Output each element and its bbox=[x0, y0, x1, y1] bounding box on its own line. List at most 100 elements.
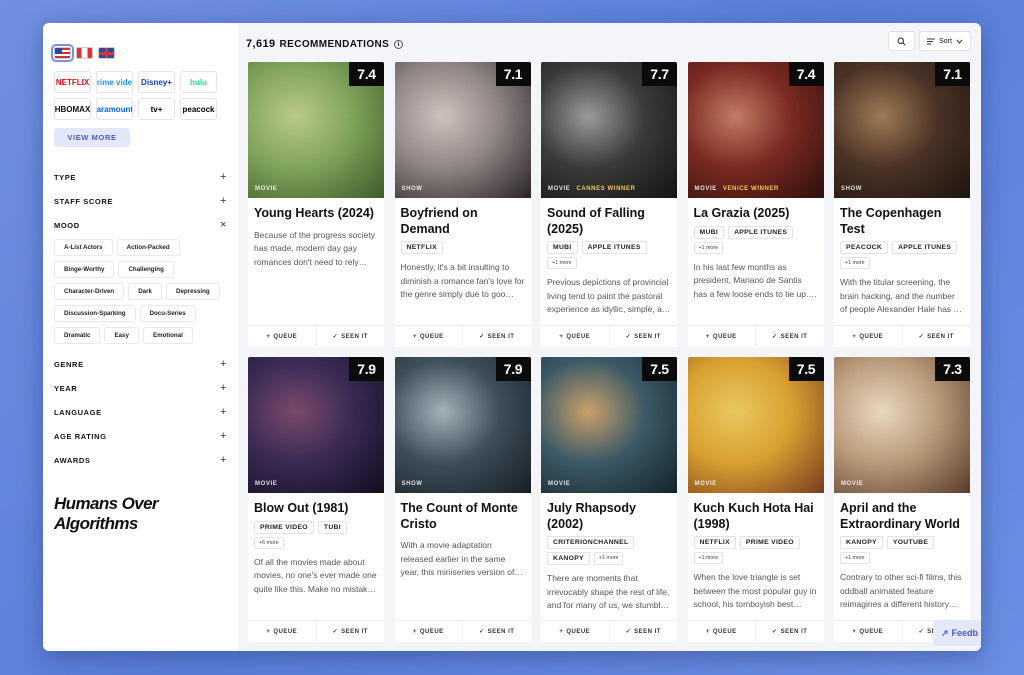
card-title[interactable]: July Rhapsody (2002) bbox=[541, 493, 677, 532]
platform-tag[interactable]: NETFLIX bbox=[693, 536, 736, 549]
service-logo-5[interactable]: Paramount+ bbox=[96, 98, 133, 120]
seen-it-button[interactable]: ✓SEEN IT bbox=[462, 621, 531, 642]
feedback-button[interactable]: ↗ Feedb bbox=[933, 620, 981, 646]
mood-tag[interactable]: Docu-Series bbox=[139, 305, 196, 322]
more-platforms-tag[interactable]: +1 more bbox=[840, 257, 870, 269]
filter-staff-score[interactable]: STAFF SCORE + bbox=[54, 189, 227, 213]
expand-icon[interactable]: + bbox=[220, 358, 227, 370]
mood-tag[interactable]: Discussion-Sparking bbox=[54, 305, 136, 322]
card-title[interactable]: Blow Out (1981) bbox=[248, 493, 384, 517]
poster-image[interactable]: 7.1 SHOW bbox=[834, 62, 970, 198]
queue-button[interactable]: + QUEUE bbox=[541, 326, 609, 347]
filter-year[interactable]: YEAR + bbox=[54, 376, 227, 400]
more-platforms-tag[interactable]: +1 more bbox=[840, 552, 870, 564]
recommendation-card[interactable]: 7.9 MOVIE Blow Out (1981) PRIME VIDEO TUBI +6… bbox=[248, 357, 384, 642]
expand-icon[interactable]: + bbox=[220, 454, 227, 466]
queue-button[interactable]: + QUEUE bbox=[248, 621, 316, 642]
mood-tag[interactable]: Dark bbox=[128, 283, 162, 300]
recommendation-card[interactable]: 7.5 MOVIE Kuch Kuch Hota Hai (1998) NETFLIX… bbox=[687, 357, 824, 642]
card-title[interactable]: The Copenhagen Test bbox=[834, 198, 970, 237]
platform-tag[interactable]: APPLE ITUNES bbox=[581, 241, 647, 254]
queue-button[interactable]: + QUEUE bbox=[395, 621, 463, 642]
service-logo-7[interactable]: peacock bbox=[180, 98, 217, 120]
more-platforms-tag[interactable]: +6 more bbox=[254, 536, 284, 549]
filter-mood[interactable]: MOOD × bbox=[54, 213, 227, 237]
card-title[interactable]: Sound of Falling (2025) bbox=[541, 198, 677, 237]
card-title[interactable]: The Count of Monte Cristo bbox=[395, 493, 531, 532]
mood-tag[interactable]: Depressing bbox=[165, 283, 220, 300]
poster-image[interactable]: 7.9 SHOW bbox=[394, 357, 531, 493]
expand-icon[interactable]: + bbox=[220, 195, 227, 207]
collapse-icon[interactable]: × bbox=[220, 219, 227, 231]
recommendation-card[interactable]: 7.4 MOVIE VENICE WINNER La Grazia (2025) MUB… bbox=[687, 62, 824, 347]
seen-it-button[interactable]: ✓SEEN IT bbox=[608, 326, 678, 347]
service-logo-1[interactable]: prime video bbox=[96, 71, 133, 93]
sort-button[interactable]: Sort bbox=[919, 31, 971, 51]
platform-tag[interactable]: YOUTUBE bbox=[886, 536, 935, 549]
card-title[interactable]: Kuch Kuch Hota Hai (1998) bbox=[688, 493, 824, 532]
poster-image[interactable]: 7.5 MOVIE bbox=[687, 357, 824, 493]
us-flag-icon[interactable] bbox=[51, 44, 74, 62]
seen-it-button[interactable]: ✓SEEN IT bbox=[901, 326, 971, 347]
card-title[interactable]: Boyfriend on Demand bbox=[395, 198, 531, 237]
service-logo-2[interactable]: Disney+ bbox=[138, 71, 175, 93]
seen-it-button[interactable]: ✓SEEN IT bbox=[315, 621, 385, 642]
recommendation-card[interactable]: 7.5 MOVIE July Rhapsody (2002) CRITERIONCHA… bbox=[541, 357, 677, 642]
platform-tag[interactable]: PRIME VIDEO bbox=[739, 536, 800, 549]
info-icon[interactable]: i bbox=[394, 40, 404, 49]
mood-tag[interactable]: A-List Actors bbox=[54, 239, 113, 256]
more-platforms-tag[interactable]: +1 more bbox=[547, 257, 577, 269]
recommendation-card[interactable]: 7.4 MOVIE Young Hearts (2024) Because of th… bbox=[248, 62, 384, 347]
recommendation-card[interactable]: 7.7 MOVIE CANNES WINNER Sound of Falling (2… bbox=[541, 62, 677, 347]
expand-icon[interactable]: + bbox=[220, 382, 227, 394]
platform-tag[interactable]: PRIME VIDEO bbox=[254, 520, 314, 534]
poster-image[interactable]: 7.4 MOVIE bbox=[248, 62, 384, 198]
filter-type[interactable]: TYPE + bbox=[54, 165, 227, 189]
expand-icon[interactable]: + bbox=[220, 406, 227, 418]
canada-flag-icon[interactable] bbox=[76, 47, 93, 59]
service-logo-4[interactable]: HBOMAX bbox=[54, 98, 91, 120]
recommendation-card[interactable]: 7.1 SHOW Boyfriend on Demand NETFLIX Honestl… bbox=[394, 62, 531, 347]
poster-image[interactable]: 7.9 MOVIE bbox=[248, 357, 384, 493]
queue-button[interactable]: + QUEUE bbox=[248, 326, 316, 347]
seen-it-button[interactable]: ✓SEEN IT bbox=[608, 621, 678, 642]
poster-image[interactable]: 7.7 MOVIE CANNES WINNER bbox=[541, 62, 677, 198]
mood-tag[interactable]: Emotional bbox=[142, 327, 193, 344]
platform-tag[interactable]: PEACOCK bbox=[840, 241, 889, 254]
mood-tag[interactable]: Dramatic bbox=[54, 327, 101, 344]
expand-icon[interactable]: + bbox=[220, 430, 227, 442]
queue-button[interactable]: + QUEUE bbox=[834, 621, 902, 642]
more-platforms-tag[interactable]: +1 more bbox=[693, 241, 724, 254]
platform-tag[interactable]: NETFLIX bbox=[400, 241, 443, 254]
poster-image[interactable]: 7.4 MOVIE VENICE WINNER bbox=[687, 62, 824, 198]
service-logo-3[interactable]: hulu bbox=[180, 71, 217, 93]
card-title[interactable]: La Grazia (2025) bbox=[688, 198, 824, 222]
card-title[interactable]: Young Hearts (2024) bbox=[248, 198, 384, 222]
platform-tag[interactable]: CRITERIONCHANNEL bbox=[547, 536, 635, 549]
platform-tag[interactable]: MUBI bbox=[693, 225, 725, 239]
recommendation-card[interactable]: 7.3 MOVIE April and the Extraordinary Worl… bbox=[834, 357, 970, 642]
view-more-button[interactable]: VIEW MORE bbox=[54, 128, 130, 147]
mood-tag[interactable]: Action-Packed bbox=[116, 239, 180, 256]
platform-tag[interactable]: KANOPY bbox=[840, 536, 883, 549]
poster-image[interactable]: 7.1 SHOW bbox=[394, 62, 531, 198]
queue-button[interactable]: + QUEUE bbox=[395, 326, 463, 347]
seen-it-button[interactable]: ✓SEEN IT bbox=[315, 326, 385, 347]
filter-awards[interactable]: AWARDS + bbox=[54, 448, 227, 472]
mood-tag[interactable]: Challenging bbox=[118, 261, 174, 278]
poster-image[interactable]: 7.5 MOVIE bbox=[541, 357, 677, 493]
service-logo-0[interactable]: NETFLIX bbox=[54, 71, 91, 93]
expand-icon[interactable]: + bbox=[220, 171, 227, 183]
platform-tag[interactable]: KANOPY bbox=[547, 552, 590, 565]
filter-genre[interactable]: GENRE + bbox=[54, 352, 227, 376]
uk-flag-icon[interactable] bbox=[98, 47, 115, 59]
platform-tag[interactable]: MUBI bbox=[547, 241, 578, 254]
card-title[interactable]: April and the Extraordinary World bbox=[834, 493, 970, 532]
filter-age-rating[interactable]: AGE RATING + bbox=[54, 424, 227, 448]
platform-tag[interactable]: APPLE ITUNES bbox=[892, 241, 958, 254]
search-button[interactable] bbox=[888, 31, 915, 51]
recommendation-card[interactable]: 7.1 SHOW The Copenhagen Test PEACOCK APPLE I… bbox=[834, 62, 970, 347]
filter-language[interactable]: LANGUAGE + bbox=[54, 400, 227, 424]
mood-tag[interactable]: Easy bbox=[104, 327, 139, 344]
platform-tag[interactable]: APPLE ITUNES bbox=[728, 225, 794, 239]
